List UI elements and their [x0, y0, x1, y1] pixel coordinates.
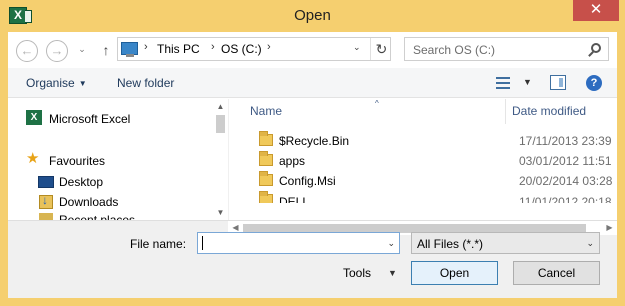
- tools-menu[interactable]: Tools: [343, 266, 371, 280]
- breadcrumb-separator[interactable]: ›: [211, 41, 215, 53]
- desktop-icon: [38, 176, 54, 188]
- file-date: 03/01/2012 11:51: [519, 154, 612, 168]
- file-name-input[interactable]: ⌄: [197, 232, 400, 254]
- view-options-icon[interactable]: [496, 77, 510, 89]
- close-button[interactable]: ✕: [573, 0, 619, 21]
- star-icon: ★: [26, 150, 40, 167]
- file-list: ^ Name Date modified $Recycle.Bin 17/11/…: [228, 99, 617, 220]
- breadcrumb-separator[interactable]: ›: [144, 41, 148, 53]
- folder-icon: [259, 151, 273, 166]
- file-name: apps: [279, 154, 306, 168]
- navigation-pane: X Microsoft Excel ★ Favourites Desktop D…: [8, 99, 228, 220]
- nav-item-desktop[interactable]: Desktop: [59, 175, 103, 189]
- scroll-thumb[interactable]: [216, 115, 225, 133]
- file-row[interactable]: $Recycle.Bin 17/11/2013 23:39: [229, 131, 617, 151]
- nav-pane-scrollbar[interactable]: ▲ ▼: [213, 99, 228, 220]
- preview-pane-icon[interactable]: [550, 75, 566, 90]
- excel-icon: X: [26, 110, 42, 125]
- file-name-dropdown[interactable]: ⌄: [387, 238, 395, 249]
- cancel-button[interactable]: Cancel: [513, 261, 600, 285]
- nav-item-downloads[interactable]: Downloads: [59, 195, 118, 209]
- column-header-date-modified[interactable]: Date modified: [506, 99, 617, 124]
- view-options-dropdown[interactable]: ▼: [523, 77, 532, 87]
- nav-item-favourites[interactable]: Favourites: [49, 154, 105, 168]
- tools-caret-icon[interactable]: ▼: [388, 268, 397, 278]
- folder-icon: [259, 171, 273, 186]
- file-name: Config.Msi: [279, 174, 336, 188]
- file-date: 20/02/2014 03:28: [519, 174, 613, 188]
- downloads-icon: [39, 193, 53, 209]
- navigation-bar: ← → ⌄ ↑ › This PC › OS (C:) › ⌄ ↻ Search…: [8, 32, 617, 68]
- window-title: Open: [294, 7, 331, 24]
- breadcrumb-this-pc[interactable]: This PC: [157, 42, 200, 56]
- open-button[interactable]: Open: [411, 261, 498, 285]
- file-row[interactable]: apps 03/01/2012 11:51: [229, 151, 617, 171]
- help-icon[interactable]: ?: [586, 75, 602, 91]
- recent-locations-dropdown[interactable]: ⌄: [76, 40, 88, 62]
- address-bar[interactable]: › This PC › OS (C:) › ⌄ ↻: [117, 37, 391, 61]
- organise-caret-icon: ▼: [78, 79, 87, 88]
- file-name: $Recycle.Bin: [279, 134, 350, 148]
- title-bar[interactable]: X Open ✕: [0, 0, 625, 32]
- dialog-client: ← → ⌄ ↑ › This PC › OS (C:) › ⌄ ↻ Search…: [8, 32, 617, 298]
- nav-item-microsoft-excel[interactable]: Microsoft Excel: [49, 112, 130, 126]
- search-input[interactable]: Search OS (C:): [413, 43, 495, 57]
- back-button[interactable]: ←: [16, 40, 38, 62]
- scroll-right-arrow[interactable]: ▶: [602, 221, 617, 235]
- file-name-label: File name:: [130, 237, 187, 251]
- command-toolbar: Organise ▼ New folder ▼ ?: [8, 68, 617, 98]
- text-cursor: [202, 236, 203, 250]
- file-type-value: All Files (*.*): [417, 237, 484, 251]
- this-pc-icon: [121, 42, 138, 57]
- open-dialog: X Open ✕ ← → ⌄ ↑ › This PC › OS (C:) › ⌄…: [0, 0, 625, 306]
- breadcrumb-os-c[interactable]: OS (C:): [221, 42, 262, 56]
- file-date: 17/11/2013 23:39: [519, 134, 612, 148]
- search-box[interactable]: Search OS (C:): [404, 37, 609, 61]
- organise-menu[interactable]: Organise ▼: [26, 76, 87, 90]
- column-header-name[interactable]: Name: [244, 99, 506, 124]
- file-type-select[interactable]: All Files (*.*) ⌄: [411, 232, 600, 254]
- file-row[interactable]: DELL 11/01/2012 20:18: [229, 191, 617, 203]
- refresh-button[interactable]: ↻: [370, 38, 392, 60]
- file-name: DELL: [279, 195, 310, 203]
- forward-button[interactable]: →: [46, 40, 68, 62]
- scroll-up-arrow[interactable]: ▲: [213, 99, 228, 114]
- new-folder-button[interactable]: New folder: [117, 76, 174, 90]
- file-type-dropdown-icon: ⌄: [586, 238, 594, 248]
- recent-places-icon: [39, 213, 53, 220]
- nav-item-recent-places[interactable]: Recent places: [59, 213, 135, 220]
- breadcrumb-separator[interactable]: ›: [267, 41, 271, 53]
- file-date: 11/01/2012 20:18: [519, 195, 612, 203]
- up-button[interactable]: ↑: [99, 40, 113, 60]
- search-icon[interactable]: [591, 43, 601, 53]
- file-row[interactable]: Config.Msi 20/02/2014 03:28: [229, 171, 617, 191]
- folder-icon: [259, 131, 273, 146]
- scroll-down-arrow[interactable]: ▼: [213, 205, 228, 220]
- organise-label: Organise: [26, 76, 75, 90]
- address-dropdown-button[interactable]: ⌄: [353, 42, 361, 53]
- folder-icon: [259, 191, 273, 203]
